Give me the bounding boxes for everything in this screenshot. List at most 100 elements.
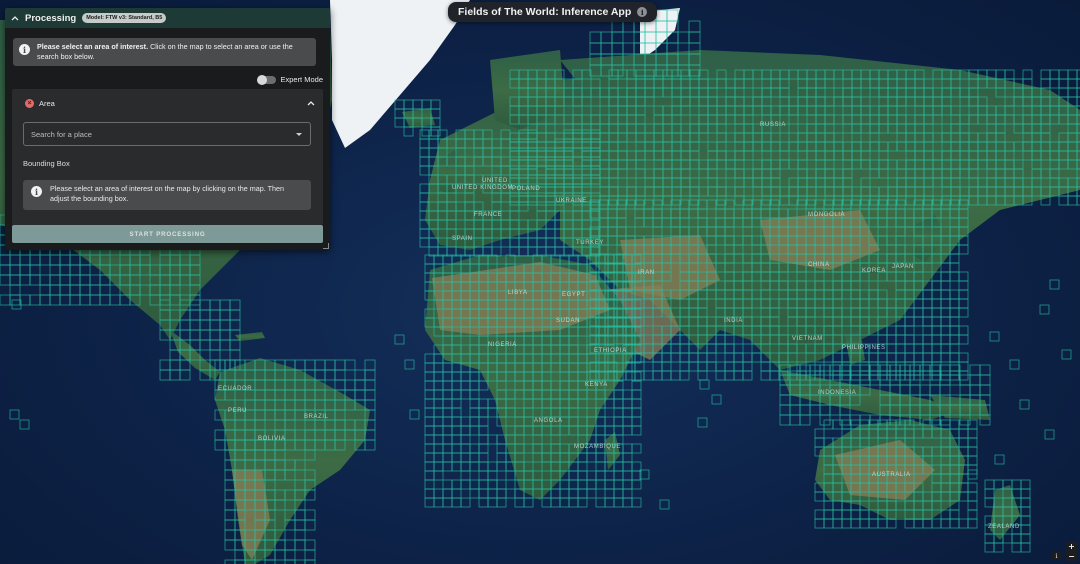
info-icon[interactable]: i: [637, 7, 648, 17]
grid-tile: [79, 284, 91, 296]
grid-tile: [949, 343, 960, 354]
grid-tile: [859, 509, 870, 520]
grid-tile: [859, 518, 870, 529]
grid-tile: [1049, 69, 1060, 80]
grid-tile: [832, 518, 843, 529]
grid-tile: [859, 364, 871, 376]
area-section-header[interactable]: × Area: [12, 89, 323, 117]
grid-tile: [224, 499, 236, 511]
grid-tile: [545, 237, 556, 248]
grid-tile: [199, 339, 211, 351]
grid-tile: [586, 470, 597, 481]
grid-tile: [433, 470, 444, 481]
start-processing-button[interactable]: START PROCESSING: [12, 225, 323, 243]
grid-tile: [1044, 429, 1055, 440]
grid-tile: [274, 549, 286, 561]
grid-tile: [659, 499, 670, 510]
grid-tile: [613, 416, 624, 427]
map-label-philippines: PHILIPPINES: [842, 345, 886, 351]
grid-tile: [1020, 479, 1031, 490]
grid-tile: [958, 518, 969, 529]
grid-tile: [940, 289, 951, 300]
grid-tile: [433, 362, 444, 373]
grid-tile: [895, 370, 906, 381]
grid-tile: [949, 253, 960, 264]
chevron-up-icon[interactable]: [11, 14, 19, 22]
grid-tile: [832, 370, 843, 381]
grid-tile: [209, 329, 221, 341]
grid-tile: [421, 99, 432, 110]
grid-tile: [886, 334, 897, 345]
grid-tile: [586, 488, 597, 499]
grid-tile: [314, 359, 326, 371]
grid-tile: [967, 491, 978, 502]
grid-tile: [967, 509, 978, 520]
grid-tile: [919, 364, 931, 376]
grid-tile: [869, 364, 881, 376]
grid-tile: [677, 31, 690, 44]
grid-tile: [550, 497, 561, 508]
grid-tile: [428, 138, 439, 149]
grid-tile: [715, 343, 726, 354]
grid-tile: [733, 370, 744, 381]
grid-tile: [922, 352, 933, 363]
grid-tile: [979, 364, 991, 376]
grid-tile: [433, 425, 444, 436]
grid-tile: [451, 425, 462, 436]
grid-tile: [949, 298, 960, 309]
grid-tile: [859, 370, 870, 381]
grid-tile: [433, 380, 444, 391]
grid-tile: [929, 364, 941, 376]
panel-resize-handle[interactable]: [323, 243, 329, 249]
grid-tile: [622, 497, 633, 508]
attribution-info-icon[interactable]: i: [1052, 551, 1061, 560]
map-label-sudan: SUDAN: [556, 318, 581, 324]
grid-tile: [940, 298, 951, 309]
grid-tile: [631, 407, 642, 418]
grid-tile: [334, 379, 346, 391]
grid-tile: [595, 470, 606, 481]
chevron-up-icon[interactable]: [307, 99, 315, 108]
grid-tile: [433, 398, 444, 409]
grid-tile: [931, 289, 942, 300]
grid-tile: [715, 370, 726, 381]
grid-tile: [433, 434, 444, 445]
grid-tile: [460, 371, 471, 382]
grid-tile: [949, 352, 960, 363]
grid-tile: [314, 369, 326, 381]
map-label-ecuador: ECUADOR: [218, 386, 253, 392]
grid-tile: [1020, 515, 1031, 526]
grid-tile: [59, 284, 71, 296]
grid-tile: [442, 479, 453, 490]
grid-tile: [904, 325, 915, 336]
grid-tile: [496, 497, 507, 508]
grid-tile: [940, 307, 951, 318]
grid-tile: [9, 409, 20, 420]
panel-header[interactable]: Processing Model: FTW v3: Standard, B5: [5, 8, 330, 28]
grid-tile: [469, 479, 480, 490]
grid-tile: [799, 414, 811, 426]
grid-tile: [949, 316, 960, 327]
grid-tile: [889, 364, 901, 376]
grid-tile: [613, 497, 624, 508]
dropdown-caret-icon[interactable]: [296, 133, 302, 136]
bounding-box-label: Bounding Box: [23, 159, 70, 168]
bounding-box-info-text: Please select an area of interest on the…: [50, 184, 284, 203]
grid-tile: [451, 389, 462, 400]
grid-tile: [939, 384, 951, 396]
grid-tile: [487, 434, 498, 445]
zoom-in-button[interactable]: +: [1066, 542, 1077, 552]
zoom-out-button[interactable]: −: [1066, 552, 1077, 562]
grid-tile: [460, 479, 471, 490]
place-search-field[interactable]: [23, 122, 311, 146]
grid-tile: [829, 364, 841, 376]
grid-tile: [39, 294, 51, 306]
grid-tile: [958, 244, 969, 255]
grid-tile: [595, 416, 606, 427]
grid-tile: [604, 497, 615, 508]
grid-tile: [433, 407, 444, 418]
grid-tile: [949, 361, 960, 372]
place-search-input[interactable]: [31, 129, 291, 139]
grid-tile: [595, 479, 606, 490]
expert-mode-toggle[interactable]: [257, 74, 277, 85]
